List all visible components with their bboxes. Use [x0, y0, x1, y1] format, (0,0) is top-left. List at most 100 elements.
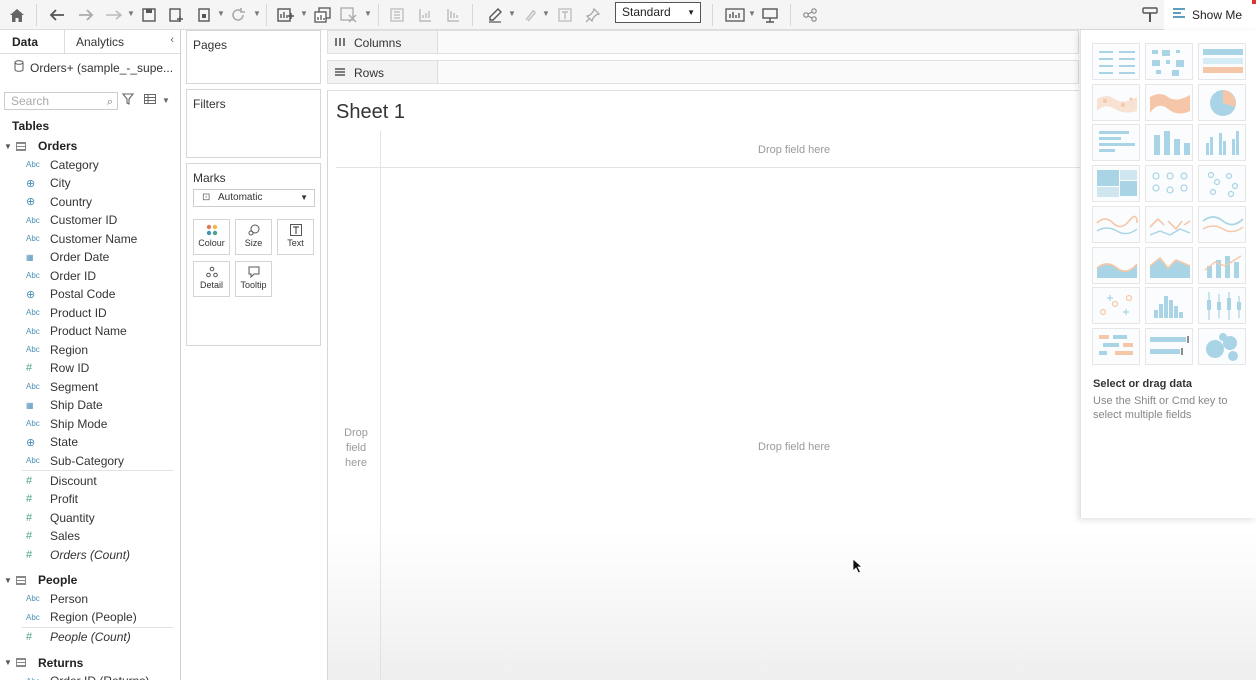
worksheet-canvas[interactable]: Sheet 1 Drop field here Drop field here …	[327, 90, 1256, 680]
dimension-field[interactable]: ⊕ Country	[26, 195, 92, 209]
pause-updates-icon[interactable]	[195, 4, 213, 26]
dimension-field[interactable]: ⊕ State	[26, 435, 78, 449]
undo-icon[interactable]	[48, 4, 66, 26]
side-by-side-circles-thumb[interactable]	[1198, 165, 1246, 203]
chevron-down-icon[interactable]: ▼	[508, 9, 516, 18]
colour-button[interactable]: Colour	[193, 219, 230, 255]
measure-field[interactable]: # Orders (Count)	[26, 548, 130, 562]
chevron-down-icon[interactable]: ▼	[300, 9, 308, 18]
collapse-pane-icon[interactable]: ‹	[170, 34, 174, 46]
gantt-chart-thumb[interactable]	[1092, 327, 1140, 365]
box-whisker-thumb[interactable]	[1198, 287, 1246, 325]
presentation-mode-icon[interactable]	[760, 4, 780, 26]
dimension-field[interactable]: AbcOrder ID (Returns)	[26, 674, 149, 680]
dimension-field[interactable]: Abc Order ID	[26, 269, 96, 283]
mark-type-select[interactable]: ⊡ Automatic ▼	[193, 189, 315, 207]
tab-analytics[interactable]: Analytics	[76, 35, 124, 49]
save-icon[interactable]	[140, 4, 158, 26]
duplicate-sheet-icon[interactable]	[313, 4, 333, 26]
horizontal-bars-thumb[interactable]	[1092, 124, 1140, 162]
dimension-field[interactable]: ⊕ Postal Code	[26, 287, 115, 301]
dimension-field[interactable]: Abc Sub-Category	[26, 454, 124, 468]
tooltip-button[interactable]: Tooltip	[235, 261, 272, 297]
dimension-field[interactable]: ⊕ City	[26, 176, 71, 190]
filters-card[interactable]: Filters	[186, 89, 321, 158]
table-group[interactable]: ▼ Orders	[4, 139, 77, 153]
filter-icon[interactable]	[121, 93, 135, 108]
fit-select[interactable]: Standard ▼	[615, 2, 701, 23]
bullet-graph-thumb[interactable]	[1145, 327, 1193, 365]
home-icon[interactable]	[8, 4, 26, 26]
dimension-field[interactable]: Abc Product Name	[26, 324, 127, 338]
view-options-icon[interactable]	[144, 94, 156, 107]
chevron-down-icon[interactable]: ▼	[364, 9, 372, 18]
scatter-plot-thumb[interactable]	[1092, 287, 1140, 325]
circle-views-thumb[interactable]	[1145, 165, 1193, 203]
drop-field-columns[interactable]: Drop field here	[758, 144, 830, 156]
rows-drop-slot[interactable]	[437, 61, 1078, 83]
drop-field-view[interactable]: Drop field here	[758, 441, 830, 453]
chevron-down-icon[interactable]: ▼	[127, 9, 135, 18]
tab-data[interactable]: Data	[12, 35, 38, 49]
highlight-table-thumb[interactable]	[1198, 43, 1246, 80]
dimension-field[interactable]: Abc Customer ID	[26, 213, 117, 227]
dimension-field[interactable]: Abc Category	[26, 158, 99, 172]
datasource-item[interactable]: Orders+ (sample_-_supe...	[14, 60, 173, 75]
new-datasource-icon[interactable]	[167, 4, 185, 26]
dimension-field[interactable]: Abc Segment	[26, 380, 98, 394]
measure-field[interactable]: # People (Count)	[26, 630, 131, 644]
clear-sheet-icon[interactable]	[339, 4, 359, 26]
table-group[interactable]: ▼ Returns	[4, 656, 83, 670]
columns-drop-slot[interactable]	[437, 31, 1078, 53]
drop-field-rows[interactable]: Drop field here	[338, 426, 374, 471]
sort-ascending-icon[interactable]	[416, 4, 434, 26]
area-continuous-thumb[interactable]	[1092, 246, 1140, 284]
symbol-map-thumb[interactable]	[1092, 83, 1140, 121]
show-me-button[interactable]: Show Me	[1164, 0, 1256, 30]
dimension-field[interactable]: Abc Region	[26, 343, 88, 357]
expand-triangle-icon[interactable]: ▼	[4, 658, 16, 667]
dimension-field[interactable]: Abc Product ID	[26, 306, 107, 320]
detail-button[interactable]: Detail	[193, 261, 230, 297]
fix-axes-icon[interactable]	[584, 4, 602, 26]
text-table-thumb[interactable]	[1092, 43, 1140, 80]
measure-field[interactable]: # Profit	[26, 492, 78, 506]
new-worksheet-icon[interactable]	[276, 4, 296, 26]
chevron-down-icon[interactable]: ▼	[217, 9, 225, 18]
continuous-lines-thumb[interactable]	[1092, 205, 1140, 243]
pie-chart-thumb[interactable]	[1198, 83, 1246, 121]
show-mark-labels-icon[interactable]	[556, 4, 574, 26]
sort-descending-icon[interactable]	[444, 4, 462, 26]
heat-map-thumb[interactable]	[1145, 43, 1193, 80]
area-discrete-thumb[interactable]	[1145, 246, 1193, 284]
dimension-field[interactable]: Abc Person	[26, 592, 88, 606]
rows-shelf[interactable]: Rows	[327, 60, 1079, 84]
discrete-lines-thumb[interactable]	[1145, 205, 1193, 243]
dual-combination-thumb[interactable]	[1198, 246, 1246, 284]
format-painter-icon[interactable]	[1140, 4, 1160, 26]
dimension-field[interactable]: Abc Customer Name	[26, 232, 137, 246]
table-group[interactable]: ▼ People	[4, 573, 77, 587]
packed-bubbles-thumb[interactable]	[1198, 327, 1246, 365]
expand-triangle-icon[interactable]: ▼	[4, 576, 16, 585]
chevron-down-icon[interactable]: ▼	[542, 9, 550, 18]
filled-map-thumb[interactable]	[1145, 83, 1193, 121]
dimension-field[interactable]: # Row ID	[26, 361, 89, 375]
show-cards-icon[interactable]	[724, 4, 746, 26]
swap-rows-columns-icon[interactable]	[388, 4, 406, 26]
dimension-field[interactable]: Abc Ship Mode	[26, 417, 107, 431]
histogram-thumb[interactable]	[1145, 287, 1193, 325]
text-button[interactable]: Text	[277, 219, 314, 255]
size-button[interactable]: Size	[235, 219, 272, 255]
dimension-field[interactable]: ▦ Order Date	[26, 250, 109, 264]
measure-field[interactable]: # Sales	[26, 529, 80, 543]
side-by-side-bars-thumb[interactable]	[1198, 124, 1246, 162]
dual-lines-thumb[interactable]	[1198, 205, 1246, 243]
stacked-bars-thumb[interactable]	[1145, 124, 1193, 162]
chevron-down-icon[interactable]: ▼	[162, 96, 170, 105]
treemap-thumb[interactable]	[1092, 165, 1140, 203]
dimension-field[interactable]: ▦ Ship Date	[26, 398, 103, 412]
measure-field[interactable]: # Discount	[26, 474, 97, 488]
pages-card[interactable]: Pages	[186, 30, 321, 84]
highlight-icon[interactable]	[486, 4, 504, 26]
